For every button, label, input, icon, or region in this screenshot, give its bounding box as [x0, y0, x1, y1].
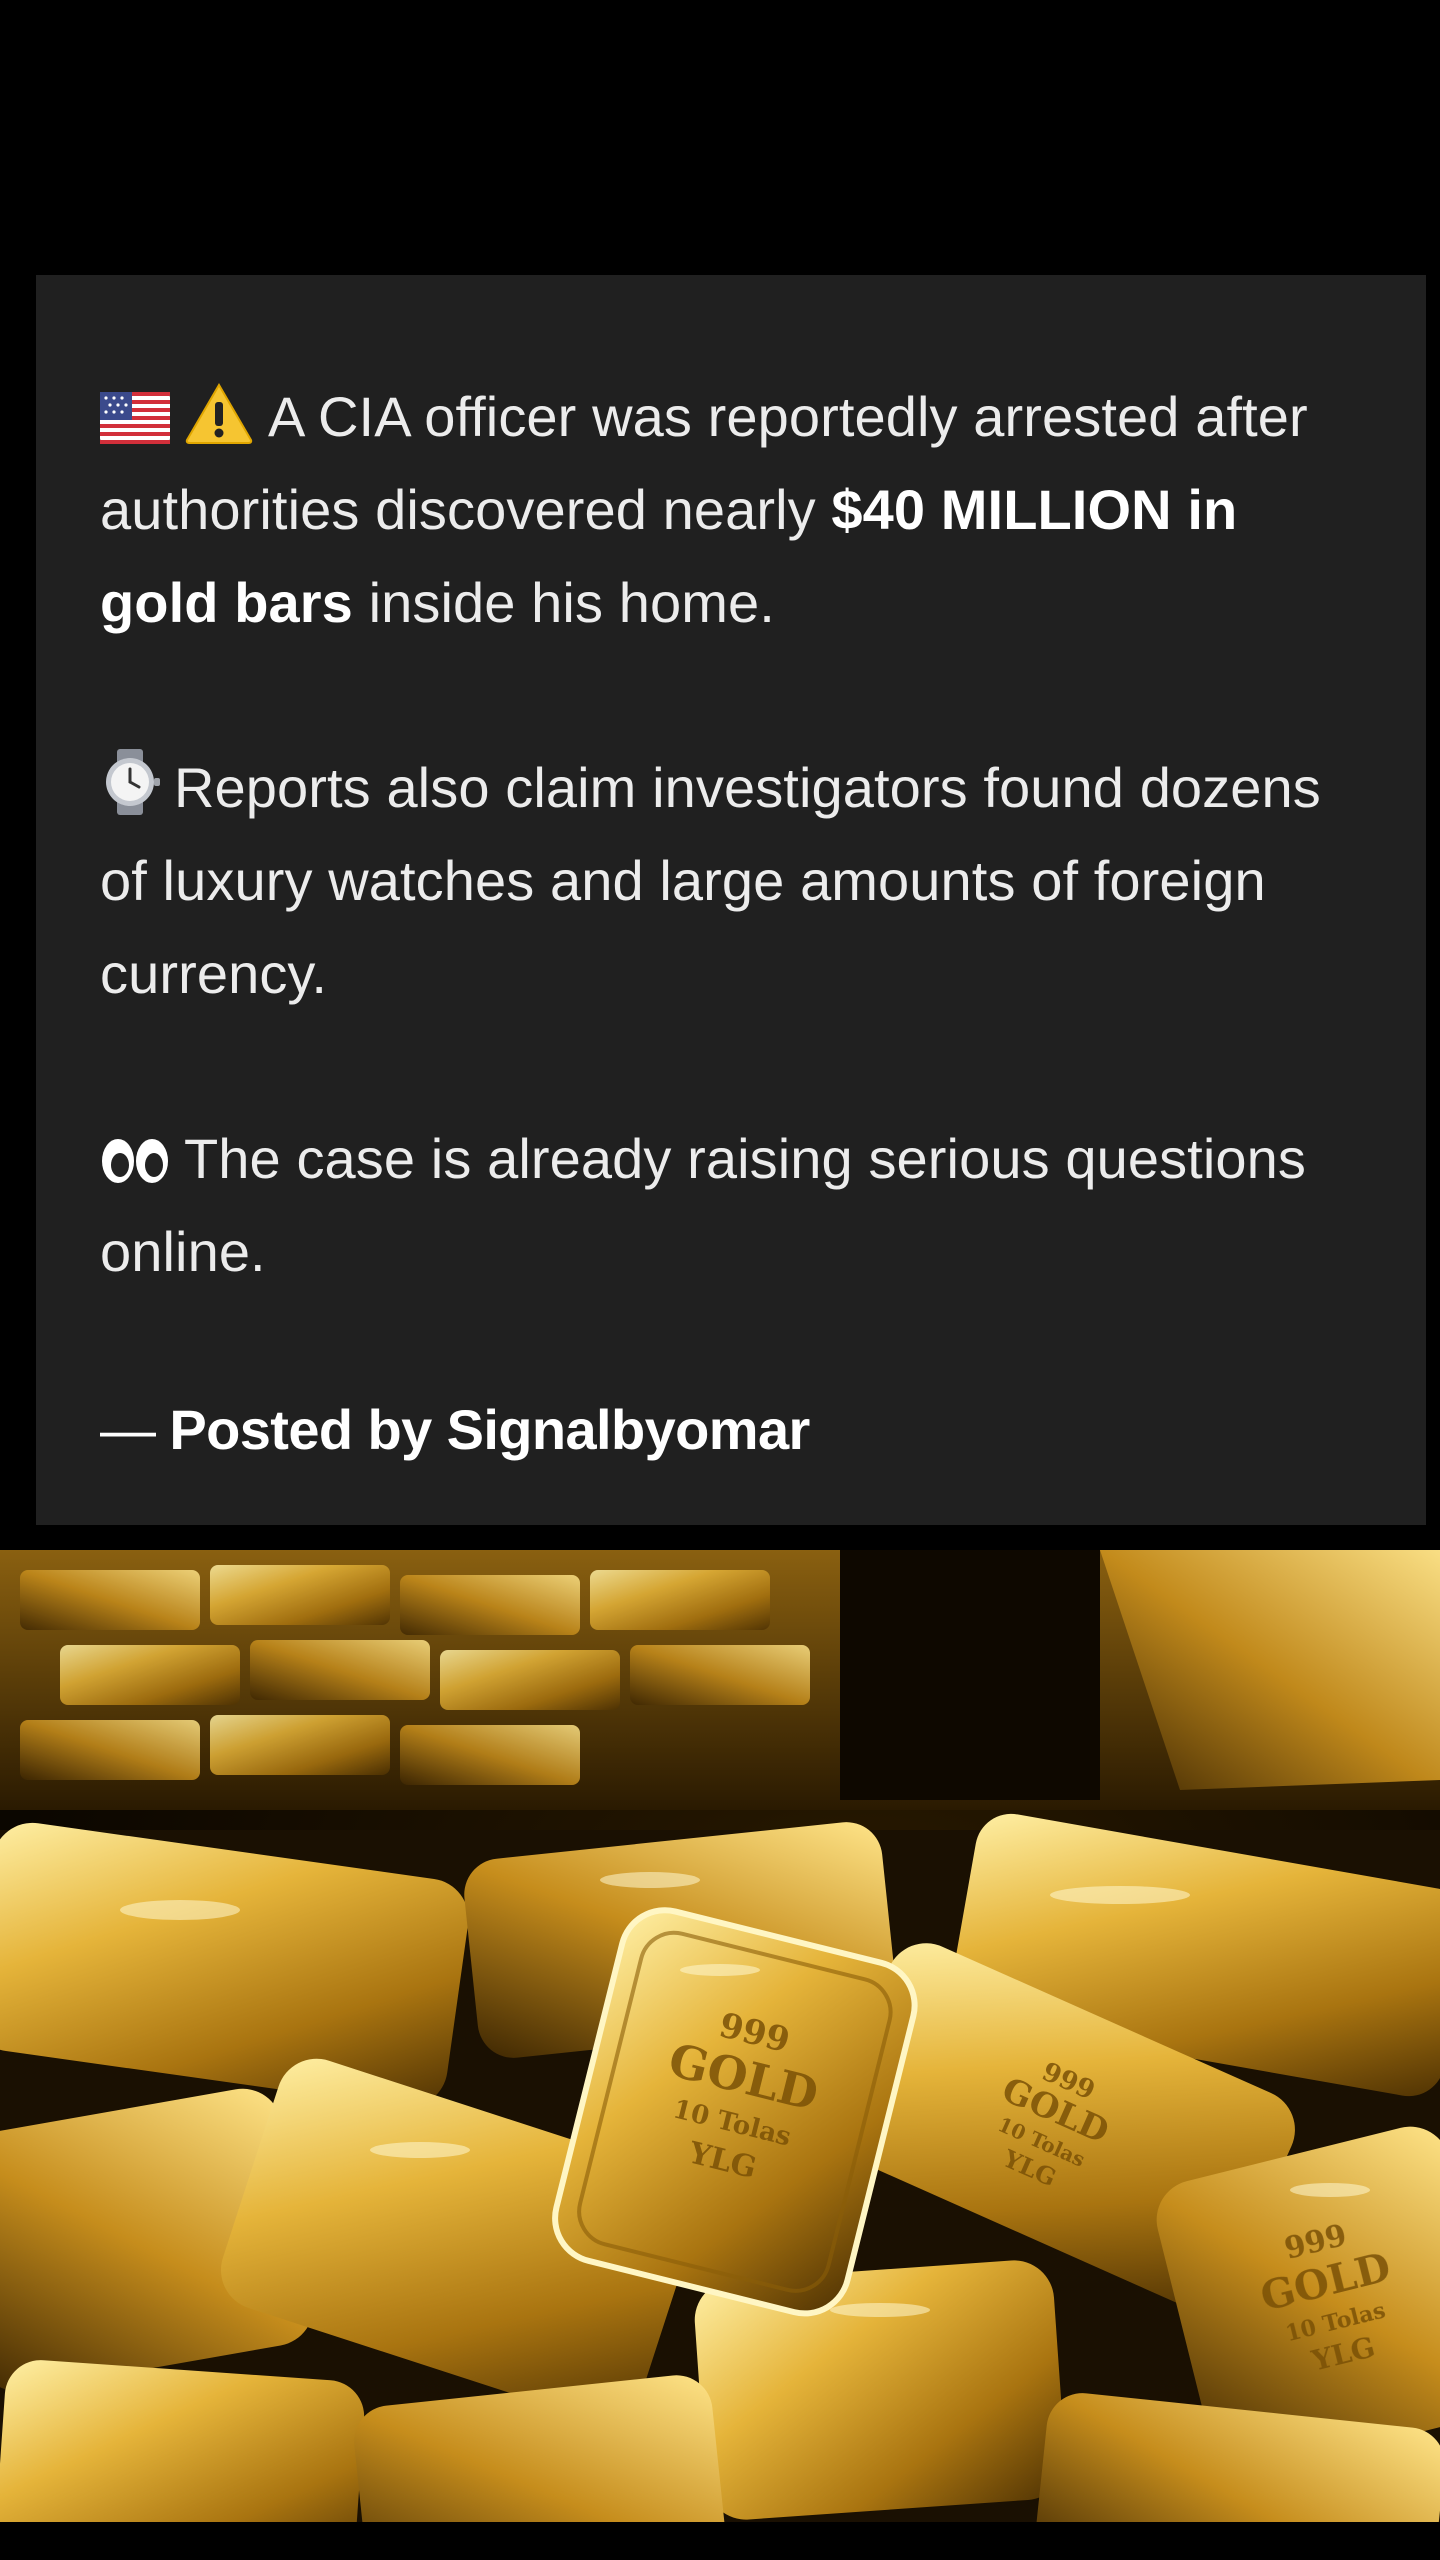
- headline-text-b: inside his home.: [352, 571, 775, 634]
- gold-stack-back: [0, 1550, 1440, 1810]
- case-text: The case is already raising serious ques…: [100, 1127, 1306, 1283]
- us-flag-icon: [100, 392, 170, 444]
- eyes-icon: [100, 1136, 170, 1186]
- post-card: A CIA officer was reportedly arrested af…: [36, 275, 1426, 1525]
- credit-dash: —: [100, 1398, 156, 1461]
- paragraph-case: The case is already raising serious ques…: [100, 1112, 1362, 1298]
- paragraph-headline: A CIA officer was reportedly arrested af…: [100, 370, 1362, 649]
- watch-icon: [100, 749, 160, 815]
- warning-icon: [184, 382, 254, 444]
- credit-text: Posted by Signalbyomar: [169, 1398, 810, 1461]
- paragraph-watches: Reports also claim investigators found d…: [100, 741, 1362, 1020]
- gold-bars-photo: 999 GOLD 10 Tolas YLG 999 GOLD 10 Tolas …: [0, 1550, 1440, 2522]
- post-credit: — Posted by Signalbyomar: [100, 1390, 1362, 1470]
- watches-text: Reports also claim investigators found d…: [100, 756, 1321, 1005]
